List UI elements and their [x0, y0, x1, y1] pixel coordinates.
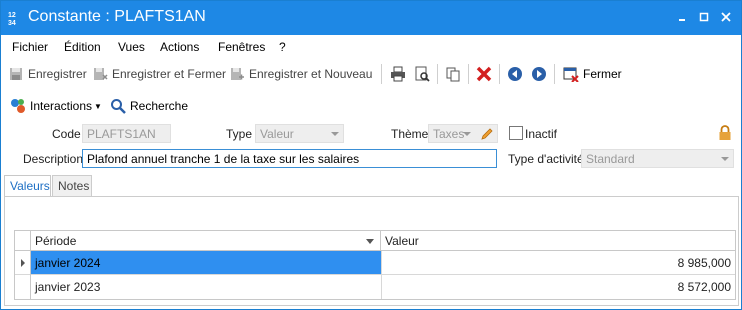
column-header-valeur[interactable]: Valeur — [381, 231, 735, 251]
activity-type-value: Standard — [586, 152, 635, 166]
printer-icon — [390, 66, 406, 82]
edit-pencil-icon[interactable] — [480, 127, 494, 141]
close-label: Fermer — [583, 67, 622, 81]
interactions-label: Interactions — [30, 99, 93, 113]
search-icon — [110, 98, 126, 114]
print-button[interactable] — [390, 65, 410, 83]
copy-button[interactable] — [445, 65, 465, 83]
code-label: Code — [52, 127, 81, 141]
app-icon: 12 34 — [7, 10, 23, 27]
toolbar: Enregistrer Enregistrer et Fermer Enregi… — [1, 61, 741, 87]
save-new-label: Enregistrer et Nouveau — [249, 67, 373, 81]
save-icon — [8, 66, 24, 82]
toolbar-separator — [499, 64, 500, 84]
dropdown-arrow-icon: ▼ — [94, 101, 102, 111]
type-select[interactable]: Valeur — [255, 124, 344, 143]
toolbar-separator — [381, 64, 382, 84]
save-close-icon — [92, 66, 108, 82]
title-bar: 12 34 Constante : PLAFTS1AN — [1, 1, 741, 35]
header-row-selector — [15, 231, 31, 251]
chevron-down-icon — [721, 157, 729, 161]
toolbar-separator — [437, 64, 438, 84]
toolbar-separator — [468, 64, 469, 84]
values-grid: Période Valeur janvier 2024 8 985,000 ja… — [14, 230, 736, 300]
activity-type-select[interactable]: Standard — [581, 149, 734, 168]
previous-button[interactable] — [507, 65, 527, 83]
menu-fichier[interactable]: Fichier — [12, 40, 48, 54]
column-header-periode[interactable]: Période — [31, 231, 381, 251]
menu-fenetres[interactable]: Fenêtres — [218, 40, 265, 54]
code-field[interactable]: PLAFTS1AN — [82, 124, 171, 143]
copy-icon — [445, 66, 461, 82]
lock-icon — [718, 125, 732, 141]
theme-select[interactable]: Taxes — [428, 124, 498, 143]
inactive-checkbox[interactable] — [509, 126, 523, 140]
save-label: Enregistrer — [28, 67, 87, 81]
type-label: Type — [226, 127, 253, 141]
cell-valeur[interactable]: 8 985,000 — [381, 251, 735, 274]
tab-valeurs[interactable]: Valeurs — [4, 175, 51, 197]
next-button[interactable] — [531, 65, 551, 83]
cell-periode[interactable]: janvier 2023 — [31, 275, 381, 299]
print-preview-button[interactable] — [414, 65, 434, 83]
description-field[interactable]: Plafond annuel tranche 1 de la taxe sur … — [82, 149, 497, 168]
delete-button[interactable] — [476, 65, 496, 83]
window: 12 34 Constante : PLAFTS1AN Fichier Éditi… — [0, 0, 742, 310]
cell-periode[interactable]: janvier 2024 — [31, 251, 381, 274]
row-selector[interactable] — [15, 275, 31, 299]
column-header-periode-label: Période — [35, 234, 77, 248]
svg-text:34: 34 — [8, 20, 16, 26]
menu-edition[interactable]: Édition — [64, 40, 101, 54]
theme-label: Thème — [391, 127, 429, 141]
search-button[interactable]: Recherche — [110, 97, 188, 115]
close-button[interactable]: Fermer — [563, 65, 622, 83]
description-label: Description — [23, 152, 84, 166]
interactions-icon — [10, 98, 26, 114]
menu-bar: Fichier Édition Vues Actions Fenêtres ? — [1, 36, 741, 58]
delete-x-icon — [476, 66, 492, 82]
chevron-down-icon — [331, 132, 339, 136]
save-close-button[interactable]: Enregistrer et Fermer — [92, 65, 226, 83]
menu-help[interactable]: ? — [279, 40, 286, 54]
inactive-label: Inactif — [525, 127, 558, 141]
minimize-icon[interactable] — [675, 10, 689, 24]
toolbar-separator — [554, 64, 555, 84]
save-new-icon — [229, 66, 245, 82]
sort-desc-icon — [366, 239, 374, 244]
close-document-icon — [563, 66, 579, 83]
arrow-right-icon — [531, 66, 547, 82]
theme-value: Taxes — [433, 127, 465, 141]
activity-type-label: Type d'activité — [508, 152, 584, 166]
arrow-left-icon — [507, 66, 523, 82]
print-preview-icon — [414, 66, 430, 82]
tab-notes[interactable]: Notes — [52, 175, 92, 197]
window-title: Constante : PLAFTS1AN — [28, 8, 206, 25]
menu-actions[interactable]: Actions — [160, 40, 199, 54]
type-value: Valeur — [260, 127, 294, 141]
save-close-label: Enregistrer et Fermer — [112, 67, 227, 81]
secondary-toolbar: Interactions ▼ Recherche — [1, 93, 741, 117]
chevron-down-icon — [463, 132, 471, 136]
close-window-icon[interactable] — [719, 10, 733, 24]
row-selector[interactable] — [15, 251, 31, 275]
maximize-icon[interactable] — [697, 10, 711, 24]
menu-vues[interactable]: Vues — [118, 40, 145, 54]
interactions-button[interactable]: Interactions ▼ — [10, 97, 102, 115]
svg-text:12: 12 — [8, 12, 16, 19]
save-button[interactable]: Enregistrer — [8, 65, 87, 83]
search-label: Recherche — [130, 99, 189, 113]
tab-panel-valeurs: Période Valeur janvier 2024 8 985,000 ja… — [4, 196, 739, 306]
table-row[interactable]: janvier 2024 8 985,000 — [15, 251, 735, 275]
save-new-button[interactable]: Enregistrer et Nouveau — [229, 65, 372, 83]
cell-valeur[interactable]: 8 572,000 — [381, 275, 735, 299]
grid-header: Période Valeur — [15, 231, 735, 251]
table-row[interactable]: janvier 2023 8 572,000 — [15, 275, 735, 299]
